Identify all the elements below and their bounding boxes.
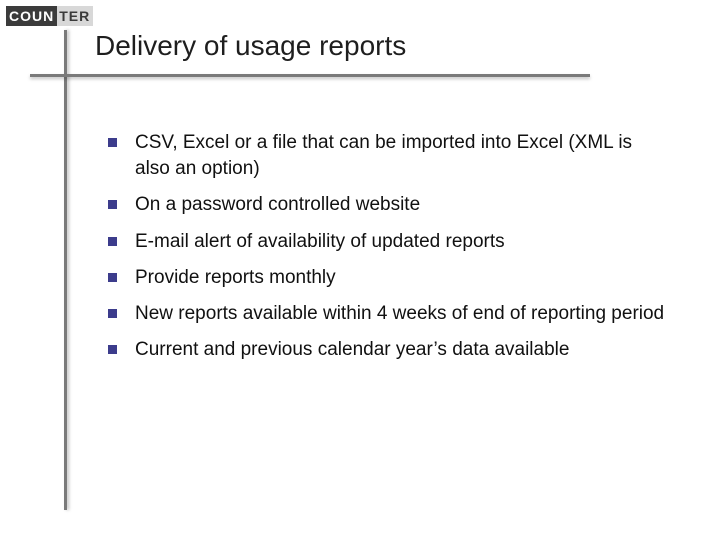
list-item: New reports available within 4 weeks of … xyxy=(108,301,668,327)
bullet-text: Provide reports monthly xyxy=(135,265,668,291)
list-item: E-mail alert of availability of updated … xyxy=(108,229,668,255)
square-bullet-icon xyxy=(108,273,117,282)
list-item: CSV, Excel or a file that can be importe… xyxy=(108,130,668,182)
square-bullet-icon xyxy=(108,138,117,147)
bullet-text: Current and previous calendar year’s dat… xyxy=(135,337,668,363)
square-bullet-icon xyxy=(108,345,117,354)
bullet-text: CSV, Excel or a file that can be importe… xyxy=(135,130,668,182)
logo-part-2: TER xyxy=(57,6,93,26)
square-bullet-icon xyxy=(108,237,117,246)
slide: COUN TER Delivery of usage reports CSV, … xyxy=(0,0,720,540)
list-item: Provide reports monthly xyxy=(108,265,668,291)
logo-part-1: COUN xyxy=(6,6,57,26)
slide-title: Delivery of usage reports xyxy=(95,30,406,62)
vertical-rule xyxy=(64,30,67,510)
bullet-text: On a password controlled website xyxy=(135,192,668,218)
bullet-list: CSV, Excel or a file that can be importe… xyxy=(108,130,668,374)
bullet-text: New reports available within 4 weeks of … xyxy=(135,301,668,327)
list-item: On a password controlled website xyxy=(108,192,668,218)
list-item: Current and previous calendar year’s dat… xyxy=(108,337,668,363)
horizontal-rule xyxy=(30,74,590,77)
square-bullet-icon xyxy=(108,309,117,318)
square-bullet-icon xyxy=(108,200,117,209)
counter-logo: COUN TER xyxy=(6,6,98,26)
bullet-text: E-mail alert of availability of updated … xyxy=(135,229,668,255)
